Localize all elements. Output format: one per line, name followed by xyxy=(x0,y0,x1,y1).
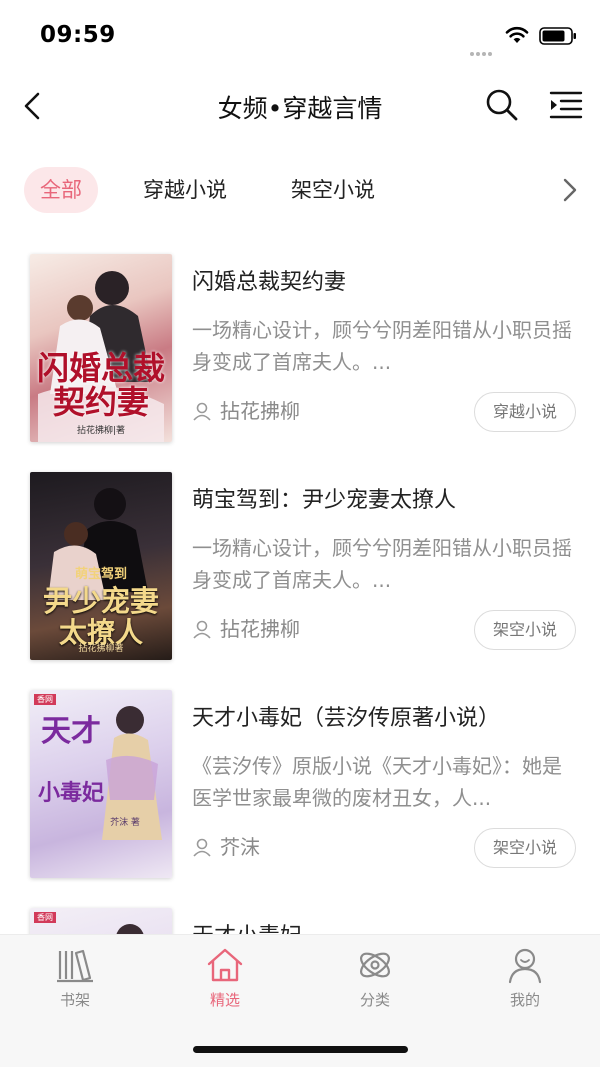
cover-illustration xyxy=(116,924,144,934)
book-item[interactable]: 萌宝驾到 尹少宠妻 太撩人 拈花拂柳著 萌宝驾到：尹少宠妻太撩人 一场精心设计，… xyxy=(0,454,600,672)
cover-title-line: 萌宝驾到 xyxy=(74,567,127,582)
book-item[interactable]: 闪婚总裁 契约妻 拈花拂柳|著 闪婚总裁契约妻 一场精心设计，顾兮兮阴差阳错从小… xyxy=(0,236,600,454)
book-description: 《芸汐传》原版小说《天才小毒妃》：她是医学世家最卑微的废材丑女，人... xyxy=(192,754,562,810)
category-tabs: 全部 穿越小说 架空小说 xyxy=(0,160,600,220)
category-tab-alternate-history[interactable]: 架空小说 xyxy=(291,167,375,213)
cover-title-line: 尹少宠妻 xyxy=(42,584,159,618)
person-icon xyxy=(193,838,211,857)
book-title[interactable]: 天才小毒妃 xyxy=(192,918,302,934)
tab-label: 精选 xyxy=(209,991,240,1009)
book-list: 闪婚总裁 契约妻 拈花拂柳|著 闪婚总裁契约妻 一场精心设计，顾兮兮阴差阳错从小… xyxy=(0,236,600,934)
chevron-right-icon[interactable] xyxy=(560,176,580,204)
cover-author: 拈花拂柳|著 xyxy=(76,426,126,436)
battery-icon xyxy=(539,27,576,45)
profile-icon xyxy=(508,948,542,984)
publisher-badge: 香网 xyxy=(34,694,56,705)
tab-bookshelf[interactable]: 书架 xyxy=(0,941,150,1015)
person-icon xyxy=(193,402,211,421)
book-cover[interactable]: 香网 天才 小毒妃 芥沫 著 xyxy=(30,690,172,878)
cover-author: 芥沫 著 xyxy=(110,818,140,828)
status-time: 09:59 xyxy=(40,22,116,48)
book-cover[interactable]: 闪婚总裁 契约妻 拈花拂柳|著 xyxy=(30,254,172,442)
status-bar: 09:59 xyxy=(0,0,600,72)
book-tag[interactable]: 架空小说 xyxy=(474,828,576,868)
tab-featured[interactable]: 精选 xyxy=(150,941,300,1015)
category-tab-all[interactable]: 全部 xyxy=(24,167,98,213)
author-name: 芥沫 xyxy=(220,835,260,859)
tab-label: 分类 xyxy=(359,991,390,1009)
category-tab-time-travel[interactable]: 穿越小说 xyxy=(143,167,227,213)
book-title[interactable]: 萌宝驾到：尹少宠妻太撩人 xyxy=(192,482,456,514)
cover-title-line: 小毒妃 xyxy=(37,780,104,806)
home-indicator xyxy=(193,1046,408,1053)
cover-title-line: 天才 xyxy=(41,714,101,749)
book-cover[interactable]: 萌宝驾到 尹少宠妻 太撩人 拈花拂柳著 xyxy=(30,472,172,660)
wifi-icon xyxy=(505,26,529,43)
bookshelf-icon xyxy=(57,949,93,983)
book-item[interactable]: 香网 天才 小毒妃 芥沫 著 天才小毒妃（芸汐传原著小说） 《芸汐传》原版小说《… xyxy=(0,672,600,890)
tab-label: 书架 xyxy=(59,991,90,1009)
person-icon xyxy=(193,620,211,639)
tab-profile[interactable]: 我的 xyxy=(450,941,600,1015)
book-tag[interactable]: 穿越小说 xyxy=(474,392,576,432)
author-name: 拈花拂柳 xyxy=(220,399,300,423)
book-cover[interactable]: 香网 xyxy=(30,908,172,934)
tab-label: 我的 xyxy=(509,991,540,1009)
book-title[interactable]: 闪婚总裁契约妻 xyxy=(192,264,346,296)
cover-title-line: 契约妻 xyxy=(52,383,149,421)
nav-bar: 女频•穿越言情 xyxy=(0,72,600,138)
cover-author: 拈花拂柳著 xyxy=(78,644,124,654)
book-tag[interactable]: 架空小说 xyxy=(474,610,576,650)
book-description: 一场精心设计，顾兮兮阴差阳错从小职员摇身变成了首席夫人。... xyxy=(192,318,572,374)
book-item[interactable]: 香网 天才小毒妃 xyxy=(0,890,600,934)
home-icon xyxy=(207,948,243,982)
author-name: 拈花拂柳 xyxy=(220,617,300,641)
cellular-signal-icon xyxy=(470,41,494,60)
category-icon xyxy=(360,952,390,978)
screen: 09:59 女频•穿越言情 全部 穿越小说 架空小说 闪婚总裁 契约妻 拈花拂柳… xyxy=(0,0,600,1067)
book-title[interactable]: 天才小毒妃（芸汐传原著小说） xyxy=(192,700,500,732)
menu-icon[interactable] xyxy=(549,90,583,120)
book-description: 一场精心设计，顾兮兮阴差阳错从小职员摇身变成了首席夫人。... xyxy=(192,536,572,592)
tab-category[interactable]: 分类 xyxy=(300,941,450,1015)
search-icon[interactable] xyxy=(485,88,519,122)
cover-title-line: 闪婚总裁 xyxy=(36,349,165,387)
